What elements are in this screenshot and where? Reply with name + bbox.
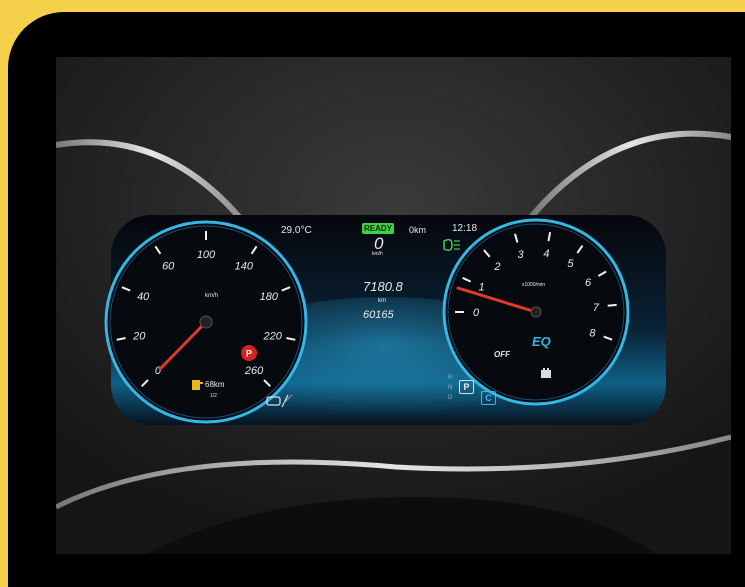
speedometer-unit: km/h <box>205 293 219 299</box>
power-meter-tick-label: 1 <box>479 282 485 294</box>
speedometer-tick-label: 220 <box>263 330 283 342</box>
eq-logo: EQ <box>532 334 551 349</box>
power-meter-tick-label: 8 <box>589 328 596 340</box>
power-meter-tick-label: 2 <box>493 261 500 273</box>
ready-badge: READY <box>362 223 394 234</box>
power-meter-tick-label: 3 <box>517 249 524 261</box>
electric-range: 0km <box>409 225 427 235</box>
svg-text:P: P <box>246 349 252 359</box>
dashboard-scene: 0204060100140180220260 0123 45678 P <box>56 57 731 554</box>
power-meter-tick-label: 4 <box>543 248 549 260</box>
digital-speed-unit: km/h <box>372 251 383 257</box>
speedometer-tick-label: 180 <box>260 291 279 303</box>
odometer-trip: 7180.8 <box>363 279 403 294</box>
power-meter-tick-label: 5 <box>567 258 574 270</box>
odometer-total: 60165 <box>363 309 394 321</box>
parking-brake-icon: P <box>241 345 257 361</box>
fuel-fraction: 1/2 <box>210 393 217 399</box>
speedometer-tick-label: 40 <box>137 291 150 303</box>
fuel-range: 68km <box>205 380 225 389</box>
speedometer-tick-label: 140 <box>235 261 254 273</box>
dashboard-photo: 0 20 40 60 100 140 180 220 260 012345678 P <box>56 57 731 554</box>
speedometer-tick-label: 100 <box>197 249 216 261</box>
speedometer: 0204060100140180220260 <box>104 220 308 424</box>
yellow-frame: 0 20 40 60 100 140 180 220 260 012345678 P <box>8 12 745 587</box>
clock: 12:18 <box>452 223 478 234</box>
outside-temperature: 29.0°C <box>281 225 312 236</box>
speedometer-tick-label: 20 <box>132 330 146 342</box>
power-meter: 0123 45678 <box>442 218 630 406</box>
power-meter-unit: x1000/min <box>522 282 546 288</box>
speedometer-tick-label: 60 <box>162 261 175 273</box>
digital-speed: 0 <box>374 234 384 253</box>
gear-d: D <box>448 395 453 401</box>
drive-mode: C <box>481 391 496 405</box>
power-off-label: OFF <box>494 350 510 359</box>
odometer-unit: km <box>378 298 386 304</box>
gear-n: N <box>448 385 453 391</box>
gear-selected: P <box>459 380 474 394</box>
power-meter-tick-mark <box>607 303 617 307</box>
power-meter-tick-label: 0 <box>473 307 480 319</box>
speedometer-tick-label: 260 <box>244 365 264 377</box>
power-meter-tick-label: 7 <box>593 302 600 314</box>
gear-r: R <box>448 375 453 381</box>
power-meter-tick-label: 6 <box>585 277 592 289</box>
